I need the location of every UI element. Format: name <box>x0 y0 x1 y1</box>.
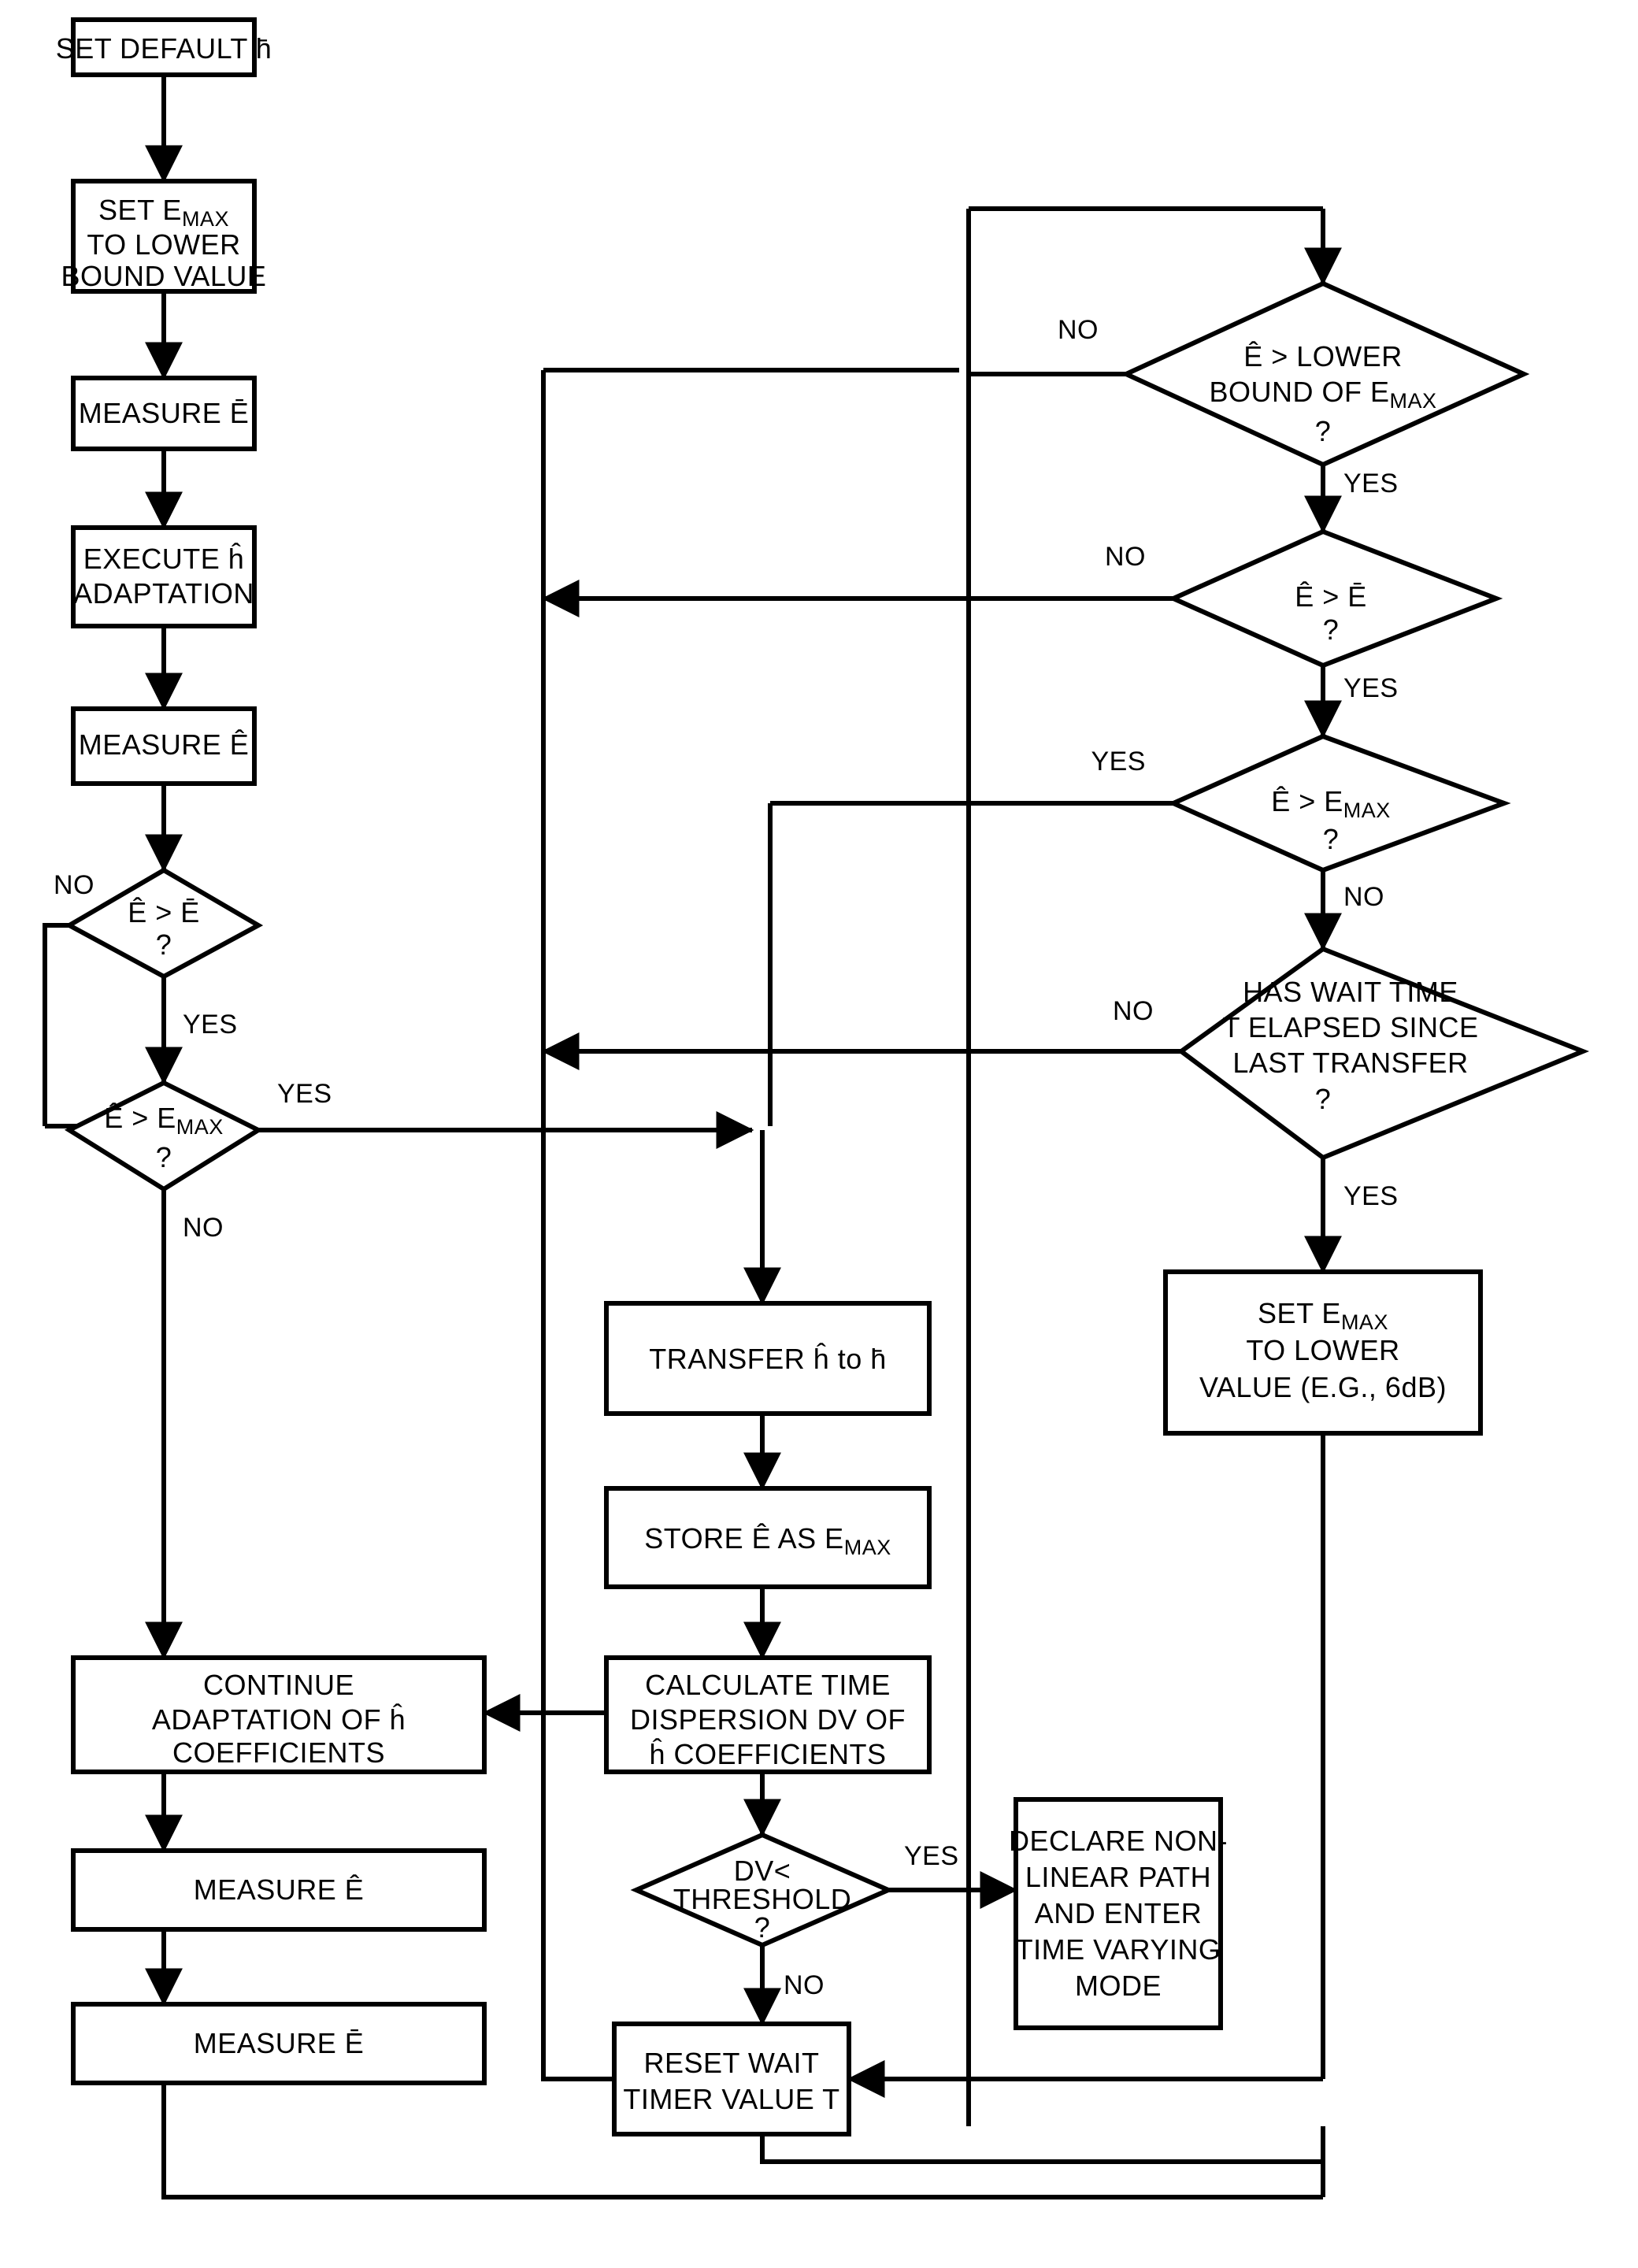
decision-label-question: ? <box>1315 1083 1332 1115</box>
node-transfer-h[interactable]: TRANSFER ĥ to h̄ <box>604 1301 932 1416</box>
decision-label-line1: Ê > Ē <box>128 896 200 928</box>
edge-label-yes: YES <box>1091 747 1146 776</box>
node-label: TRANSFER ĥ to h̄ <box>649 1342 887 1375</box>
node-label: MEASURE Ê <box>79 728 250 761</box>
edge-label-no: NO <box>784 1970 825 2000</box>
edge-label-no: NO <box>1343 882 1384 912</box>
node-label-line1: CONTINUE <box>203 1669 354 1701</box>
node-label-line2: TO LOWER <box>87 228 240 261</box>
node-label-line2: ADAPTATION OF ĥ <box>152 1703 406 1736</box>
node-reset-wait-timer[interactable]: RESET WAIT TIMER VALUE T <box>612 2022 851 2136</box>
flowchart-diagram: SET DEFAULT h̄ SET EMAX TO LOWER BOUND V… <box>0 0 1638 2268</box>
node-label-line1: CALCULATE TIME <box>645 1669 891 1701</box>
node-label-line3: AND ENTER <box>1035 1897 1203 1929</box>
node-label: SET DEFAULT h̄ <box>56 32 272 65</box>
decision-label-question: ? <box>1323 823 1340 855</box>
edge-label-yes: YES <box>277 1079 332 1109</box>
node-label-line2: DISPERSION DV OF <box>630 1703 906 1736</box>
edge-label-no: NO <box>1058 315 1099 345</box>
decision-label-question: ? <box>1323 613 1340 646</box>
node-label: MEASURE Ē <box>194 2027 365 2059</box>
node-label-line1: EXECUTE ĥ <box>83 542 245 575</box>
node-label-line4: TIME VARYING <box>1016 1933 1221 1966</box>
node-measure-ebar-1[interactable]: MEASURE Ē <box>71 376 257 451</box>
decision-ehat-gt-ebar-right[interactable]: Ê > Ē ? NO YES <box>1105 528 1503 703</box>
decision-label-line1: HAS WAIT TIME <box>1243 976 1458 1008</box>
decision-label-question: ? <box>1315 415 1332 447</box>
decision-has-wait-time[interactable]: HAS WAIT TIME T ELAPSED SINCE LAST TRANS… <box>1113 946 1590 1211</box>
node-execute-h-adaptation[interactable]: EXECUTE ĥ ADAPTATION <box>71 525 257 628</box>
edge-label-yes: YES <box>1343 469 1399 498</box>
node-label-line2: LINEAR PATH <box>1025 1861 1211 1893</box>
node-label-line1: RESET WAIT <box>643 2047 819 2079</box>
node-label-line3: ĥ COEFFICIENTS <box>649 1737 886 1770</box>
decision-label-line2: THRESHOLD <box>673 1883 852 1915</box>
node-label: MEASURE Ē <box>79 397 250 429</box>
node-label-line2: TIMER VALUE T <box>623 2083 839 2115</box>
node-label-line2: ADAPTATION <box>73 577 254 610</box>
decision-ehat-gt-lower-bound[interactable]: Ê > LOWER BOUND OF EMAX ? NO YES <box>1058 280 1530 498</box>
node-declare-nonlinear[interactable]: DECLARE NON- LINEAR PATH AND ENTER TIME … <box>1009 1797 1228 2030</box>
edge-label-yes: YES <box>183 1010 238 1040</box>
decision-label-line1: Ê > LOWER <box>1243 340 1403 372</box>
decision-ehat-gt-ebar-left[interactable]: Ê > Ē ? NO YES <box>54 867 264 1040</box>
node-set-emax-lower-value[interactable]: SET EMAX TO LOWER VALUE (E.G., 6dB) <box>1163 1269 1483 1436</box>
edge-reset-loop <box>760 2134 1323 2164</box>
decision-ehat-gt-emax-left[interactable]: Ê > EMAX ? YES NO <box>64 1079 332 1243</box>
node-label-line3: COEFFICIENTS <box>172 1736 385 1769</box>
decision-dv-threshold[interactable]: DV< THRESHOLD ? YES NO <box>630 1832 959 2000</box>
decision-ehat-gt-emax-right[interactable]: Ê > EMAX ? YES NO <box>1091 733 1511 912</box>
decision-label-line1: DV< <box>734 1855 791 1887</box>
node-measure-ebar-2[interactable]: MEASURE Ē <box>71 2002 487 2085</box>
edge-label-no: NO <box>183 1213 224 1243</box>
edge-label-no: NO <box>1105 542 1146 572</box>
node-label-line2: TO LOWER <box>1246 1334 1399 1366</box>
edge-dec1-no-left <box>43 923 69 1126</box>
node-store-ehat-as-emax[interactable]: STORE Ê AS EMAX <box>604 1486 932 1589</box>
decision-label-line1: Ê > Ē <box>1295 580 1367 613</box>
node-measure-ehat-2[interactable]: MEASURE Ê <box>71 1848 487 1932</box>
edge-label-yes: YES <box>1343 673 1399 703</box>
edge-label-no: NO <box>1113 996 1154 1026</box>
decision-label-line2: T ELAPSED SINCE <box>1223 1011 1479 1043</box>
node-measure-ehat-1[interactable]: MEASURE Ê <box>71 706 257 786</box>
node-set-default-h[interactable]: SET DEFAULT h̄ <box>56 17 272 77</box>
decision-label-question: ? <box>754 1911 771 1944</box>
decision-label-question: ? <box>156 928 172 961</box>
edge-label-yes: YES <box>1343 1181 1399 1211</box>
node-label-line5: MODE <box>1075 1970 1162 2002</box>
node-set-emax-lower-bound[interactable]: SET EMAX TO LOWER BOUND VALUE <box>61 179 267 294</box>
node-label-line1: DECLARE NON- <box>1009 1825 1228 1857</box>
edge-label-no: NO <box>54 870 94 900</box>
node-continue-adaptation[interactable]: CONTINUE ADAPTATION OF ĥ COEFFICIENTS <box>71 1655 487 1774</box>
node-label: MEASURE Ê <box>194 1873 365 1906</box>
node-label-line3: VALUE (E.G., 6dB) <box>1199 1371 1447 1403</box>
edge-feeder-left-vertical <box>541 370 679 2081</box>
decision-label-question: ? <box>156 1141 172 1173</box>
decision-label-line3: LAST TRANSFER <box>1232 1047 1468 1079</box>
edge-label-yes: YES <box>904 1841 959 1871</box>
node-calculate-dispersion[interactable]: CALCULATE TIME DISPERSION DV OF ĥ COEFFI… <box>604 1655 932 1774</box>
node-label-line3: BOUND VALUE <box>61 260 267 292</box>
